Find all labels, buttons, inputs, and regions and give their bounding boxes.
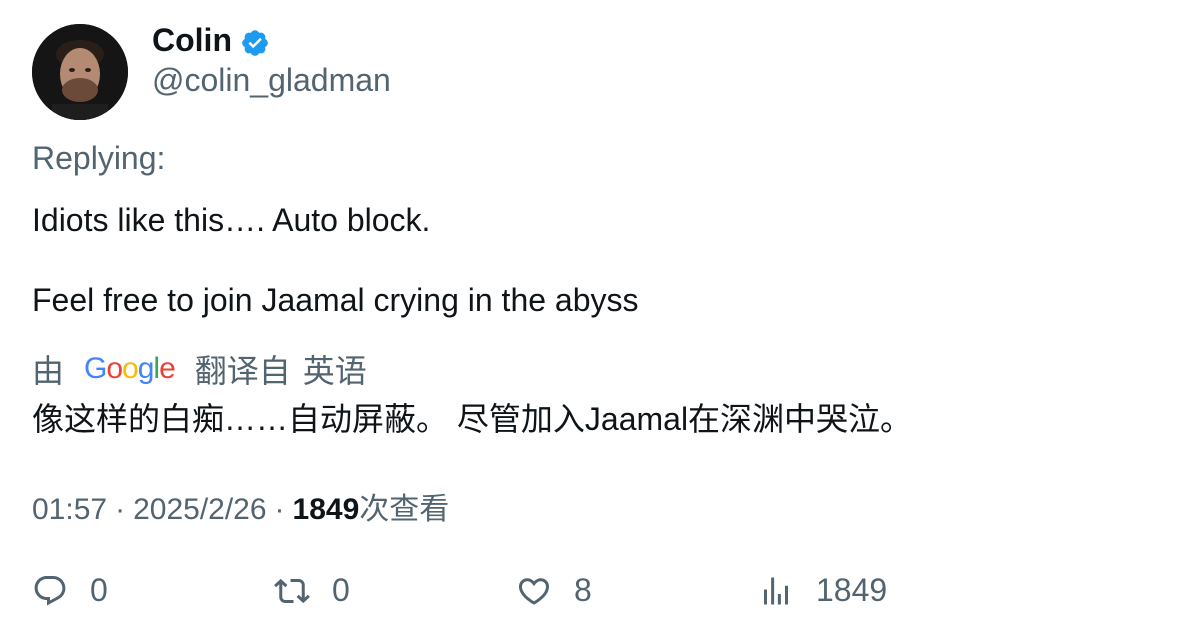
translated-text: 像这样的白痴……自动屏蔽。 尽管加入Jaamal在深渊中哭泣。: [32, 401, 913, 437]
views-count: 1849: [292, 493, 360, 526]
like-button[interactable]: 8: [516, 572, 592, 609]
views-action-count: 1849: [816, 572, 888, 608]
reply-count: 0: [90, 572, 108, 608]
tweet-date[interactable]: 2025/2/26: [133, 493, 266, 527]
heart-icon: [518, 577, 550, 605]
author-handle[interactable]: @colin_gladman: [152, 62, 391, 99]
verified-badge-icon: [242, 29, 268, 56]
meta-separator: ·: [274, 493, 285, 526]
translation-attribution: 由 Google 翻译自 英语: [32, 346, 367, 392]
meta-separator: ·: [115, 493, 126, 526]
translated-by-label: 由: [32, 353, 65, 389]
retweet-count: 0: [332, 572, 350, 608]
reply-button[interactable]: 0: [32, 572, 108, 609]
like-count: 8: [574, 572, 592, 608]
source-language: 英语: [302, 353, 367, 389]
tweet-text-line: Feel free to join Jaamal crying in the a…: [32, 282, 639, 318]
author-name[interactable]: Colin: [152, 22, 232, 59]
reply-icon: [34, 575, 66, 606]
avatar-image: [32, 24, 128, 120]
retweet-icon: [274, 578, 310, 603]
tweet-meta: 01:57 · 2025/2/26 · 1849 次查看: [32, 484, 449, 528]
author-name-row: Colin: [152, 22, 270, 59]
avatar[interactable]: [32, 24, 128, 120]
tweet-text-line: Idiots like this…. Auto block.: [32, 202, 431, 238]
tweet-time[interactable]: 01:57: [32, 493, 107, 527]
retweet-button[interactable]: 0: [274, 572, 350, 609]
analytics-icon: [764, 577, 788, 604]
google-logo: Google: [84, 352, 176, 385]
replying-label: Replying:: [32, 140, 166, 176]
translated-from-label: 翻译自: [194, 353, 291, 389]
views-label: 次查看: [359, 493, 450, 526]
views-button[interactable]: 1849: [758, 572, 887, 609]
